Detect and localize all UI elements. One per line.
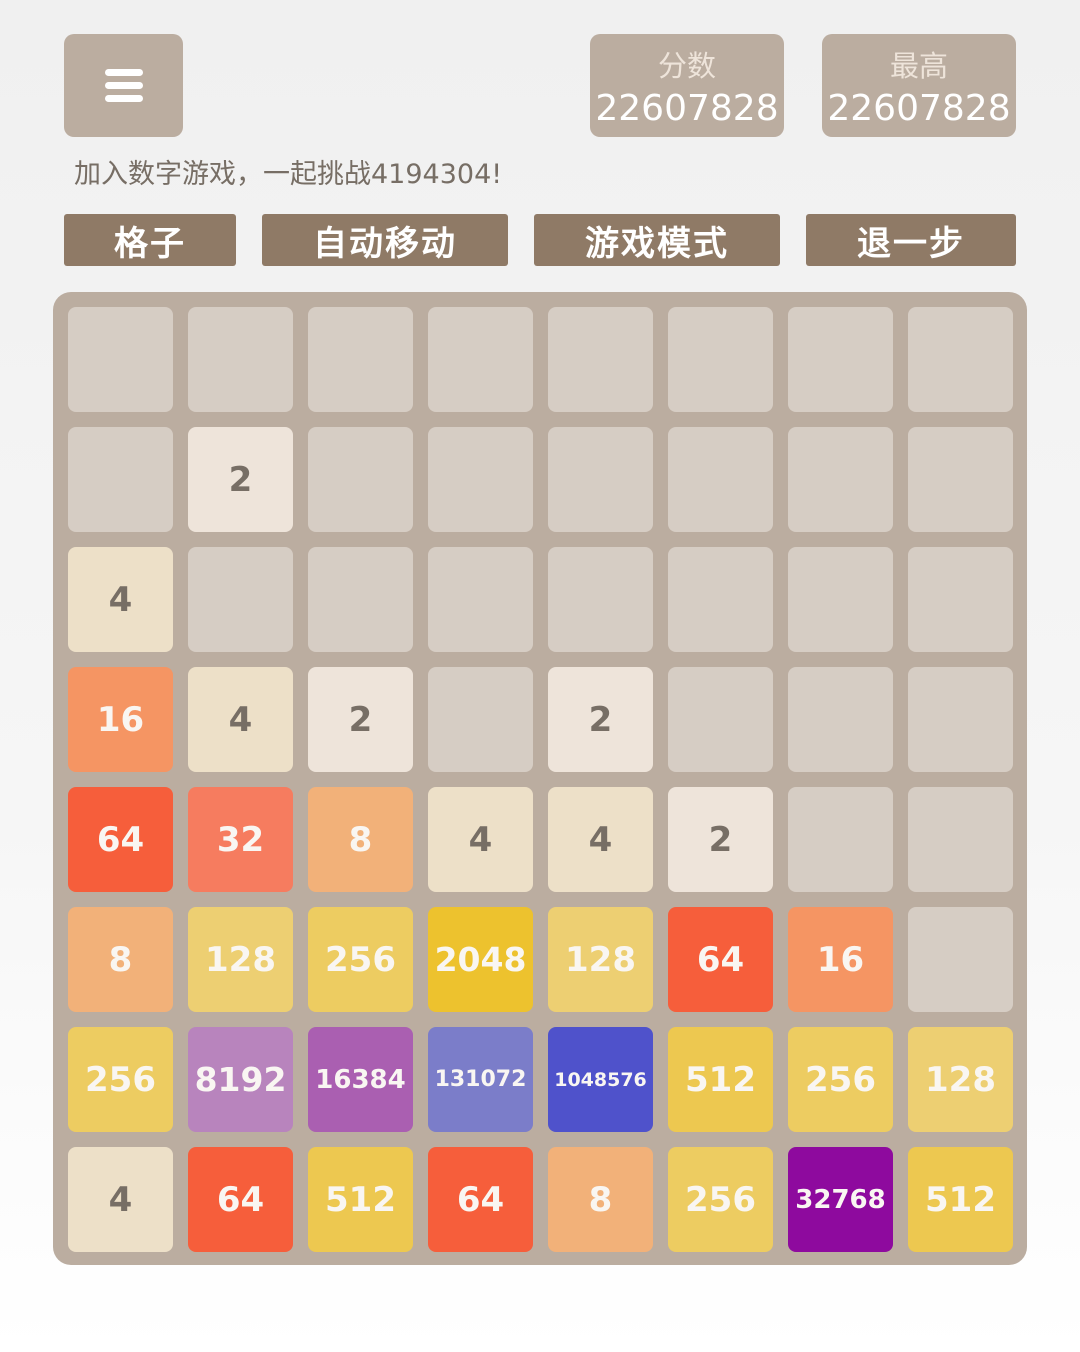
- tile: 128: [908, 1027, 1013, 1132]
- empty-cell: [668, 307, 773, 412]
- empty-cell: [188, 547, 293, 652]
- tile: 4: [548, 787, 653, 892]
- empty-cell: [788, 787, 893, 892]
- empty-cell: [428, 667, 533, 772]
- empty-cell: [188, 307, 293, 412]
- empty-cell: [668, 667, 773, 772]
- empty-cell: [68, 307, 173, 412]
- tile: 128: [188, 907, 293, 1012]
- menu-button[interactable]: [64, 34, 183, 137]
- empty-cell: [908, 547, 1013, 652]
- empty-cell: [908, 667, 1013, 772]
- tile: 256: [788, 1027, 893, 1132]
- tile: 2048: [428, 907, 533, 1012]
- empty-cell: [788, 667, 893, 772]
- tile: 64: [68, 787, 173, 892]
- hamburger-menu-icon: [104, 68, 143, 103]
- tile: 8: [68, 907, 173, 1012]
- empty-cell: [548, 547, 653, 652]
- score-label: 分数: [657, 49, 716, 83]
- tile: 32: [188, 787, 293, 892]
- tile: 64: [428, 1147, 533, 1252]
- tile: 64: [668, 907, 773, 1012]
- tile: 8192: [188, 1027, 293, 1132]
- tile: 256: [68, 1027, 173, 1132]
- empty-cell: [308, 427, 413, 532]
- tile: 2: [188, 427, 293, 532]
- empty-cell: [68, 427, 173, 532]
- tile: 16: [788, 907, 893, 1012]
- tile: 4: [68, 1147, 173, 1252]
- best-score-box: 最高 22607828: [822, 34, 1016, 137]
- tile: 2: [548, 667, 653, 772]
- empty-cell: [428, 307, 533, 412]
- tile: 512: [308, 1147, 413, 1252]
- empty-cell: [668, 547, 773, 652]
- best-label: 最高: [889, 49, 948, 83]
- game-mode-button[interactable]: 游戏模式: [534, 214, 780, 266]
- tile: 16: [68, 667, 173, 772]
- tile: 8: [548, 1147, 653, 1252]
- tile: 16384: [308, 1027, 413, 1132]
- tile: 4: [428, 787, 533, 892]
- score-value: 22607828: [595, 88, 779, 129]
- tile: 512: [668, 1027, 773, 1132]
- tile: 4: [188, 667, 293, 772]
- game-board[interactable]: 2 4 16 4 2 2 64 32 8 4 4 2 8 128 256 2048 128 64 16 256 8192…: [53, 292, 1027, 1265]
- empty-cell: [548, 307, 653, 412]
- empty-cell: [548, 427, 653, 532]
- best-value: 22607828: [827, 88, 1011, 129]
- tile: 131072: [428, 1027, 533, 1132]
- empty-cell: [908, 787, 1013, 892]
- tagline: 加入数字游戏，一起挑战4194304!: [74, 159, 503, 190]
- empty-cell: [908, 907, 1013, 1012]
- empty-cell: [308, 307, 413, 412]
- empty-cell: [788, 547, 893, 652]
- undo-button[interactable]: 退一步: [806, 214, 1016, 266]
- tile: 32768: [788, 1147, 893, 1252]
- tile: 512: [908, 1147, 1013, 1252]
- empty-cell: [428, 427, 533, 532]
- empty-cell: [788, 427, 893, 532]
- empty-cell: [428, 547, 533, 652]
- tile: 8: [308, 787, 413, 892]
- tile: 1048576: [548, 1027, 653, 1132]
- tile: 2: [668, 787, 773, 892]
- empty-cell: [788, 307, 893, 412]
- empty-cell: [668, 427, 773, 532]
- empty-cell: [908, 307, 1013, 412]
- score-box: 分数 22607828: [590, 34, 784, 137]
- tile: 64: [188, 1147, 293, 1252]
- empty-cell: [908, 427, 1013, 532]
- empty-cell: [308, 547, 413, 652]
- tile: 4: [68, 547, 173, 652]
- tile: 256: [308, 907, 413, 1012]
- tile: 256: [668, 1147, 773, 1252]
- auto-move-button[interactable]: 自动移动: [262, 214, 508, 266]
- tile: 128: [548, 907, 653, 1012]
- grid-size-button[interactable]: 格子: [64, 214, 236, 266]
- tile: 2: [308, 667, 413, 772]
